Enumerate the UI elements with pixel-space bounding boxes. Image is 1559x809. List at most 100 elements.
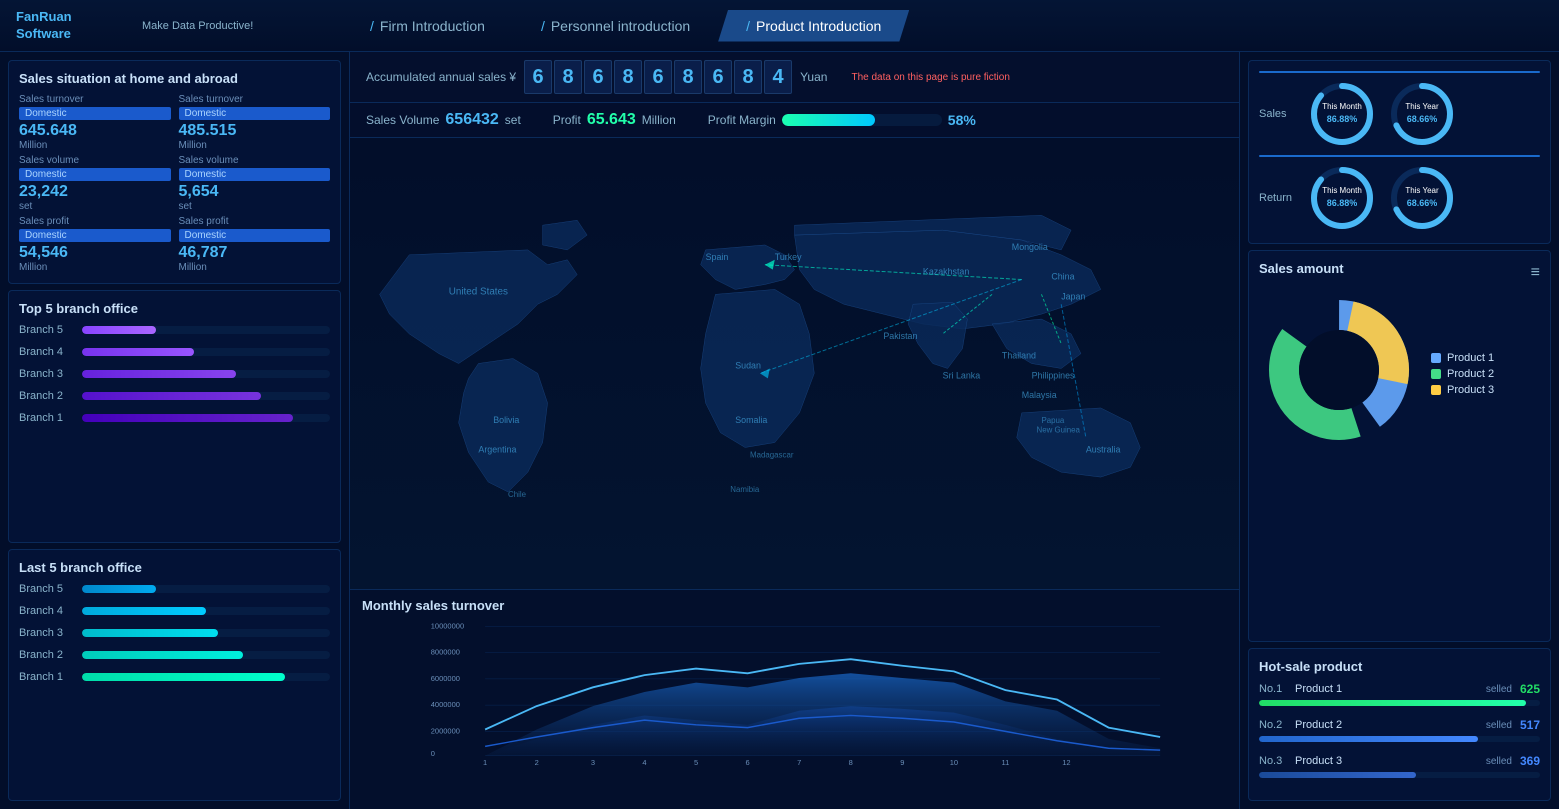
nav-tabs: Firm Introduction Personnel introduction… — [342, 10, 909, 42]
svg-text:This Year: This Year — [1405, 102, 1439, 111]
svg-text:Spain: Spain — [706, 252, 729, 262]
sales-amount-card: Sales amount ≡ — [1248, 250, 1551, 642]
world-map: United States Spain Turkey Kazakhstan Mo… — [350, 138, 1239, 589]
sales-amount-title: Sales amount — [1259, 261, 1344, 276]
stats-bar: Accumulated annual sales ¥ 6 8 6 8 6 8 6… — [350, 52, 1239, 103]
center-panel: Accumulated annual sales ¥ 6 8 6 8 6 8 6… — [350, 52, 1239, 809]
svg-text:Japan: Japan — [1061, 291, 1085, 301]
sales-type-label: Sales — [1259, 108, 1299, 120]
list-item: Branch 3 — [19, 627, 330, 639]
svg-text:Mongolia: Mongolia — [1012, 242, 1048, 252]
chart-title: Monthly sales turnover — [362, 598, 1227, 613]
metric-profit-margin: Profit Margin 58% — [708, 112, 976, 128]
tab-firm[interactable]: Firm Introduction — [342, 10, 513, 42]
svg-text:2000000: 2000000 — [431, 726, 460, 735]
svg-text:Bolivia: Bolivia — [493, 415, 519, 425]
metric-profit: Profit 65.643 Million — [553, 111, 676, 129]
return-this-year: This Year 68.66% — [1387, 163, 1457, 233]
legend-dot-product3 — [1431, 385, 1441, 395]
monthly-chart: Monthly sales turnover 10000000 8000000 … — [350, 589, 1239, 809]
svg-text:86.88%: 86.88% — [1327, 198, 1358, 208]
svg-text:6000000: 6000000 — [431, 674, 460, 683]
list-item: Branch 4 — [19, 605, 330, 617]
svg-text:10: 10 — [950, 758, 958, 767]
menu-icon[interactable]: ≡ — [1531, 264, 1540, 282]
digit-4: 4 — [764, 60, 792, 94]
circle-metrics-section: Sales This Month 86.88% — [1248, 60, 1551, 244]
sales-this-year: This Year 68.66% — [1387, 79, 1457, 149]
list-item: Branch 1 — [19, 412, 330, 424]
sales-this-month: This Month 86.88% — [1307, 79, 1377, 149]
svg-text:This Month: This Month — [1322, 186, 1362, 195]
digit-8c: 8 — [674, 60, 702, 94]
hot-sale-card: Hot-sale product No.1 Product 1 selled 6… — [1248, 648, 1551, 801]
svg-text:Turkey: Turkey — [775, 252, 802, 262]
tagline: Make Data Productive! — [142, 20, 302, 32]
main-content: Sales situation at home and abroad Sales… — [0, 52, 1559, 809]
tab-personnel[interactable]: Personnel introduction — [513, 10, 718, 42]
svg-text:12: 12 — [1062, 758, 1070, 767]
list-item: Branch 3 — [19, 368, 330, 380]
digit-6b: 6 — [584, 60, 612, 94]
svg-text:Sri Lanka: Sri Lanka — [943, 370, 981, 380]
svg-text:This Year: This Year — [1405, 186, 1439, 195]
last5-card: Last 5 branch office Branch 5 Branch 4 B… — [8, 549, 341, 802]
legend-product1: Product 1 — [1431, 352, 1494, 364]
svg-text:Sudan: Sudan — [735, 360, 761, 370]
svg-text:68.66%: 68.66% — [1407, 198, 1438, 208]
svg-text:7: 7 — [797, 758, 801, 767]
digit-display: 6 8 6 8 6 8 6 8 4 — [524, 60, 792, 94]
last5-title: Last 5 branch office — [19, 560, 330, 575]
yuan-label: Yuan — [800, 70, 827, 84]
world-map-svg: United States Spain Turkey Kazakhstan Mo… — [350, 138, 1239, 589]
legend-product2: Product 2 — [1431, 368, 1494, 380]
sales-amount-header: Sales amount ≡ — [1259, 261, 1540, 284]
annual-sales: Accumulated annual sales ¥ 6 8 6 8 6 8 6… — [366, 60, 827, 94]
monthly-chart-svg: 10000000 8000000 6000000 4000000 2000000… — [362, 617, 1227, 767]
list-item: Branch 1 — [19, 671, 330, 683]
svg-text:1: 1 — [483, 758, 487, 767]
sales-item-profit-2: Sales profit Domestic 46,787 Million — [179, 216, 331, 273]
sales-item-turnover-1: Sales turnover Domestic 645.648 Million — [19, 94, 171, 151]
annual-label: Accumulated annual sales ¥ — [366, 70, 516, 84]
sales-item-profit-1: Sales profit Domestic 54,546 Million — [19, 216, 171, 273]
tab-product[interactable]: Product Introduction — [718, 10, 909, 42]
svg-text:10000000: 10000000 — [431, 621, 464, 630]
return-metric-row: Return This Month 86.88% — [1259, 163, 1540, 233]
svg-text:Madagascar: Madagascar — [750, 450, 794, 459]
svg-text:4: 4 — [642, 758, 646, 767]
hot-item-2: No.2 Product 2 selled 517 — [1259, 718, 1540, 742]
list-item: Branch 5 — [19, 324, 330, 336]
sales-item-turnover-2: Sales turnover Domestic 485.515 Million — [179, 94, 331, 151]
svg-text:Somalia: Somalia — [735, 415, 767, 425]
svg-text:Malaysia: Malaysia — [1022, 390, 1057, 400]
svg-text:Australia: Australia — [1086, 444, 1121, 454]
digit-8b: 8 — [614, 60, 642, 94]
svg-text:Papua: Papua — [1041, 416, 1064, 425]
last5-list: Branch 5 Branch 4 Branch 3 Branch 2 Bran… — [19, 583, 330, 683]
metric-sales-volume: Sales Volume 656432 set — [366, 111, 521, 129]
return-type-label: Return — [1259, 192, 1299, 204]
header: FanRuan Software Make Data Productive! F… — [0, 0, 1559, 52]
sales-item-volume-2: Sales volume Domestic 5,654 set — [179, 155, 331, 212]
svg-text:8: 8 — [849, 758, 853, 767]
top5-card: Top 5 branch office Branch 5 Branch 4 Br… — [8, 290, 341, 543]
hot-item-1: No.1 Product 1 selled 625 — [1259, 682, 1540, 706]
digit-6c: 6 — [644, 60, 672, 94]
top5-title: Top 5 branch office — [19, 301, 330, 316]
svg-text:Argentina: Argentina — [478, 444, 516, 454]
sales-summary-card: Sales situation at home and abroad Sales… — [8, 60, 341, 284]
svg-text:11: 11 — [1002, 758, 1010, 767]
hot-item-3: No.3 Product 3 selled 369 — [1259, 754, 1540, 778]
svg-text:9: 9 — [900, 758, 904, 767]
sales-grid: Sales turnover Domestic 645.648 Million … — [19, 94, 330, 273]
list-item: Branch 2 — [19, 390, 330, 402]
return-this-month: This Month 86.88% — [1307, 163, 1377, 233]
right-panel: Sales This Month 86.88% — [1239, 52, 1559, 809]
svg-text:New Guinea: New Guinea — [1037, 426, 1081, 435]
svg-text:8000000: 8000000 — [431, 648, 460, 657]
sales-summary-title: Sales situation at home and abroad — [19, 71, 330, 86]
svg-text:United States: United States — [449, 286, 508, 297]
legend-product3: Product 3 — [1431, 384, 1494, 396]
sales-metric-row: Sales This Month 86.88% — [1259, 79, 1540, 149]
